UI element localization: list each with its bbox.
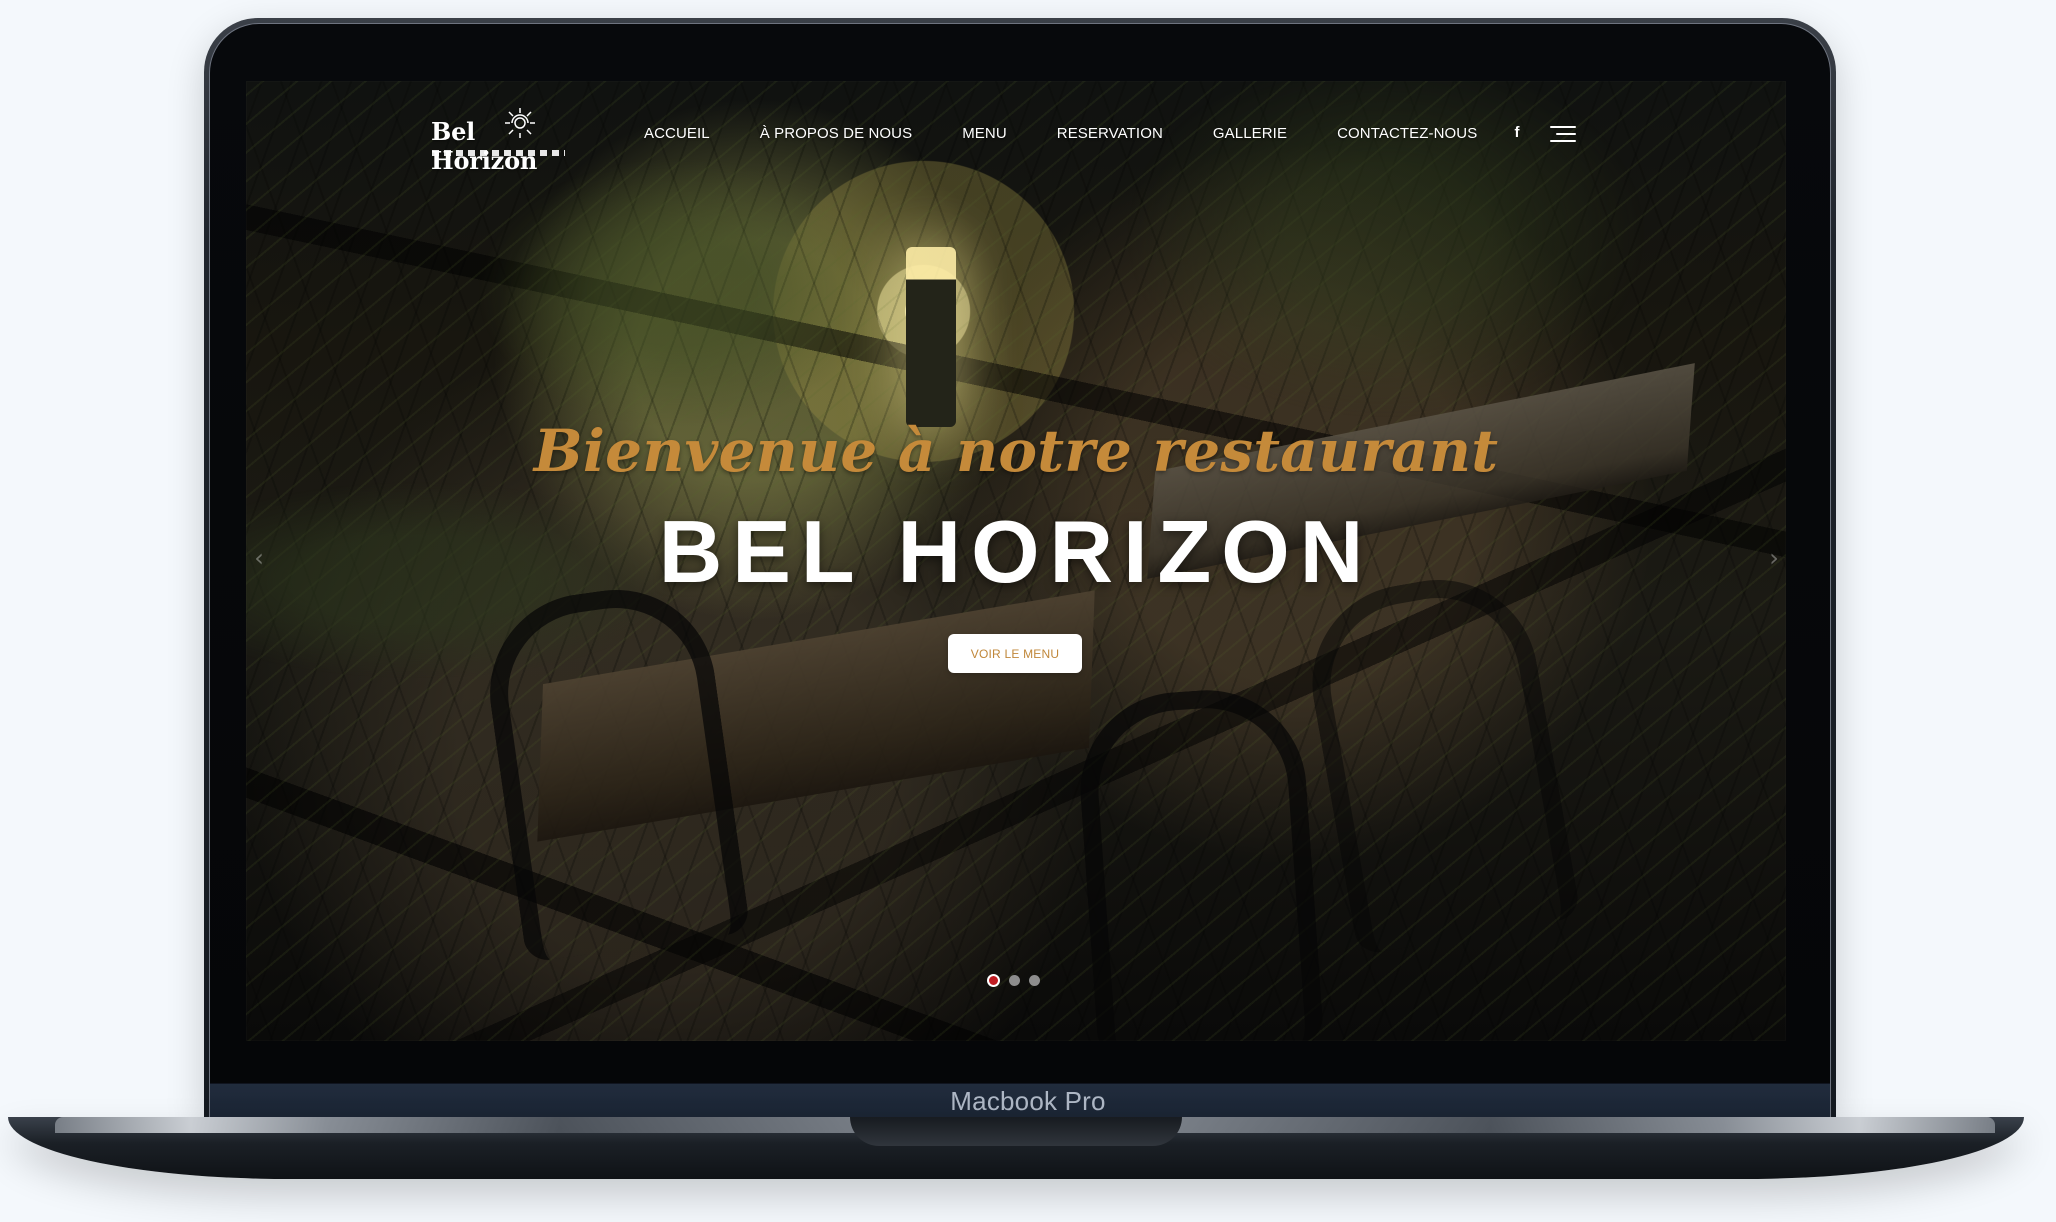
slide-dot[interactable] — [1029, 975, 1040, 986]
view-menu-button[interactable]: VOIR LE MENU — [948, 634, 1082, 673]
slide-dot-active[interactable] — [987, 974, 1000, 987]
hero-title: BEL HORIZON — [658, 502, 1374, 601]
website-screen: Bel Horizon ACCUEIL À PROPOS DE NOUS MEN… — [246, 81, 1786, 1041]
slide-dot[interactable] — [1009, 975, 1020, 986]
hero-copy: Bienvenue à notre restaurant BEL HORIZON… — [246, 81, 1786, 1041]
device-label: Macbook Pro — [950, 1086, 1106, 1116]
hero-welcome-text: Bienvenue à notre restaurant — [533, 417, 1499, 485]
slider-pagination — [987, 974, 1040, 987]
laptop-notch — [850, 1117, 1182, 1146]
